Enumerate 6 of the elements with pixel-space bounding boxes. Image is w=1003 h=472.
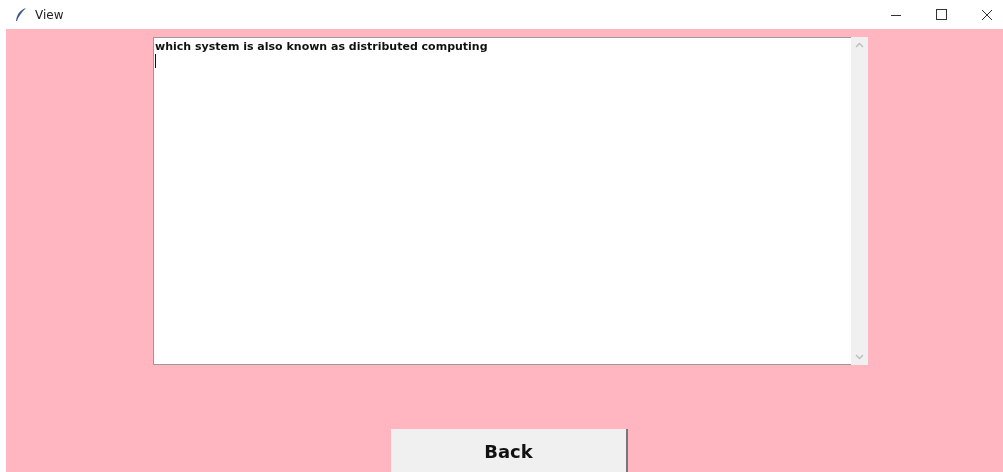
window-title: View: [35, 7, 64, 22]
text-area[interactable]: which system is also known as distributed computing: [153, 37, 851, 365]
close-icon[interactable]: [981, 8, 993, 21]
back-button[interactable]: Back: [391, 429, 628, 472]
feather-icon: [15, 7, 27, 22]
maximize-icon[interactable]: [936, 9, 947, 20]
